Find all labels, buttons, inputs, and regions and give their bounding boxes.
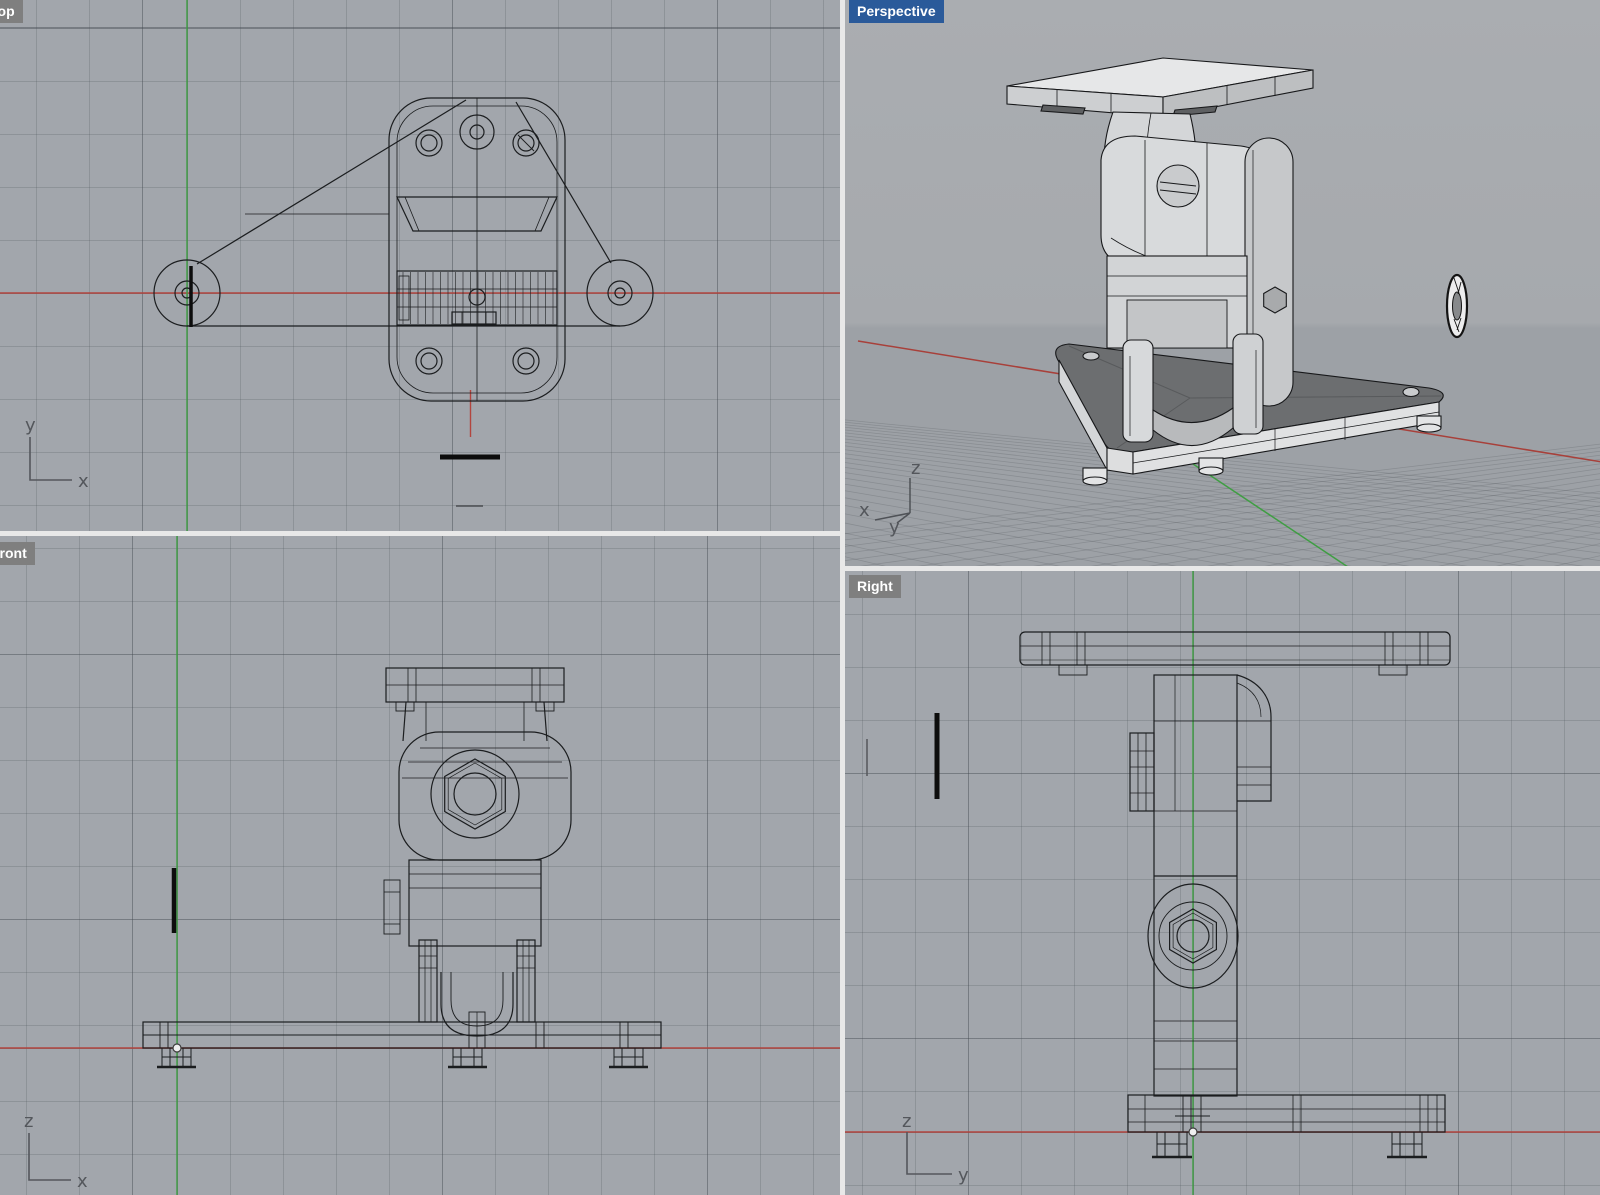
svg-text:z: z — [24, 1111, 33, 1132]
svg-text:z: z — [902, 1111, 911, 1132]
model-wireframe-top-view[interactable]: y x — [0, 0, 840, 531]
viewport-divider-horizontal-left[interactable] — [0, 531, 840, 536]
svg-text:y: y — [889, 517, 900, 538]
axis-gizmo-icon: z x — [24, 1111, 88, 1192]
model-wireframe-front-view[interactable]: z x — [0, 536, 840, 1195]
origin-point — [1188, 1127, 1198, 1137]
viewport-label-perspective[interactable]: Perspective — [849, 0, 944, 23]
axis-gizmo-icon: z y — [902, 1111, 969, 1186]
viewport-front[interactable]: Front — [0, 536, 840, 1195]
viewport-label-top[interactable]: Top — [0, 0, 23, 23]
svg-text:y: y — [25, 415, 36, 436]
viewport-perspective[interactable]: Perspective z x y — [845, 0, 1600, 566]
viewport-top[interactable]: Top — [0, 0, 840, 531]
washer-part — [1445, 273, 1469, 339]
viewport-divider-vertical[interactable] — [840, 0, 845, 1195]
viewport-right[interactable]: Right z y — [845, 571, 1600, 1195]
svg-text:x: x — [77, 1171, 88, 1192]
svg-text:y: y — [958, 1165, 969, 1186]
viewport-divider-horizontal-right[interactable] — [845, 566, 1600, 571]
front-view-model — [142, 667, 662, 1069]
svg-text:x: x — [78, 471, 89, 492]
model-shaded-perspective-view[interactable]: z x y — [845, 0, 1600, 566]
viewport-label-front[interactable]: Front — [0, 542, 35, 565]
right-view-model — [1019, 631, 1451, 1159]
model-wireframe-right-view[interactable]: z y — [845, 571, 1600, 1195]
shaded-model — [1006, 57, 1444, 486]
viewport-label-right[interactable]: Right — [849, 575, 901, 598]
origin-point — [172, 1043, 182, 1053]
axis-gizmo-icon: y x — [25, 415, 89, 492]
svg-text:z: z — [911, 458, 920, 479]
svg-text:x: x — [859, 500, 870, 521]
top-view-model — [153, 97, 654, 402]
